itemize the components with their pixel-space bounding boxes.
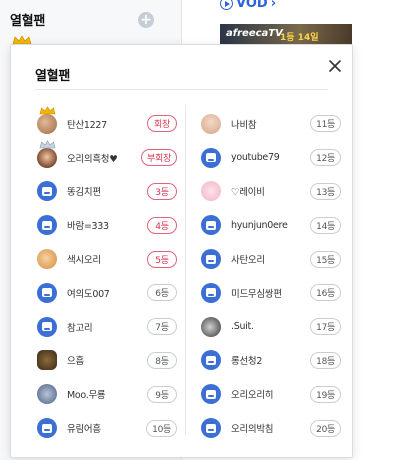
fan-nickname[interactable]: 나비참 xyxy=(231,117,310,131)
fan-row[interactable]: 참고리 7등 xyxy=(37,310,177,344)
fan-nickname[interactable]: 바람=333 xyxy=(67,218,147,232)
fan-row[interactable]: 롱선청2 18등 xyxy=(201,344,341,378)
rank-badge: 5등 xyxy=(147,250,177,268)
rank-badge: 20등 xyxy=(310,419,341,437)
avatar[interactable] xyxy=(201,316,221,337)
default-avatar-icon[interactable] xyxy=(37,181,57,202)
default-avatar-icon[interactable] xyxy=(37,215,57,236)
fan-nickname[interactable]: 여의도007 xyxy=(67,286,147,300)
rank-badge: 7등 xyxy=(147,318,177,336)
fan-row[interactable]: 오리오리히 19등 xyxy=(201,377,341,411)
rank-badge: 회장 xyxy=(147,115,177,133)
avatar[interactable] xyxy=(37,139,57,168)
rank-badge: 16등 xyxy=(310,284,341,302)
default-avatar-icon[interactable] xyxy=(201,215,221,236)
rank-badge: 4등 xyxy=(147,216,177,234)
fan-row[interactable]: 바람=333 4등 xyxy=(37,208,177,242)
fan-row[interactable]: 색시오리 5등 xyxy=(37,242,177,276)
background-section-title: 열혈팬 xyxy=(10,14,45,29)
rank-badge: 10등 xyxy=(146,419,177,437)
play-icon xyxy=(220,0,233,10)
popup-title: 열혈팬 xyxy=(35,69,70,84)
rank-badge: 14등 xyxy=(310,216,341,234)
thumbnail-caption: 1등 14일 xyxy=(280,33,319,43)
fan-nickname[interactable]: 탄산1227 xyxy=(67,117,147,131)
avatar[interactable] xyxy=(37,106,57,134)
fan-nickname[interactable]: 참고리 xyxy=(67,320,147,334)
column-divider xyxy=(185,105,186,435)
fan-nickname[interactable]: Moo.무룡 xyxy=(67,387,147,401)
chevron-right-icon: › xyxy=(270,0,277,11)
fan-row[interactable]: 똥김치편 3등 xyxy=(37,175,177,209)
gold-crown-icon xyxy=(39,106,56,115)
fan-row[interactable]: 나비참 11등 xyxy=(201,107,341,141)
rank-badge: 3등 xyxy=(147,182,177,200)
fan-nickname[interactable]: 똥김치편 xyxy=(67,184,147,198)
close-icon xyxy=(329,60,341,72)
fan-nickname[interactable]: ♡레이비 xyxy=(231,184,310,198)
fan-nickname[interactable]: 오리의흑청♥ xyxy=(67,151,141,165)
fan-row[interactable]: 미드무심쌍편 16등 xyxy=(201,276,341,310)
default-avatar-icon[interactable] xyxy=(201,282,221,303)
default-avatar-icon[interactable] xyxy=(37,316,57,337)
default-avatar-icon[interactable] xyxy=(201,249,221,270)
rank-badge: 17등 xyxy=(310,318,341,336)
fan-row[interactable]: 유림어흥 10등 xyxy=(37,411,177,445)
rank-badge: 12등 xyxy=(310,149,341,167)
fan-nickname[interactable]: 유림어흥 xyxy=(67,421,146,435)
default-avatar-icon[interactable] xyxy=(201,418,221,439)
vod-label: VOD xyxy=(236,0,268,11)
silver-crown-icon xyxy=(39,139,56,148)
avatar[interactable] xyxy=(37,350,57,371)
vod-thumbnail[interactable]: afreecaTV 1등 14일 xyxy=(220,24,352,46)
vod-link[interactable]: VOD › xyxy=(220,0,276,11)
fan-row[interactable]: 탄산1227 회장 xyxy=(37,106,177,141)
title-divider xyxy=(35,89,328,90)
rank-badge: 부회장 xyxy=(141,149,177,167)
plus-icon[interactable]: + xyxy=(138,12,154,28)
fan-row[interactable]: Moo.무룡 9등 xyxy=(37,377,177,411)
fan-nickname[interactable]: 으흠 xyxy=(67,353,147,367)
fan-nickname[interactable]: 미드무심쌍편 xyxy=(231,286,310,300)
fan-nickname[interactable]: 색시오리 xyxy=(67,252,147,266)
fan-row[interactable]: youtube79 12등 xyxy=(201,141,341,175)
default-avatar-icon[interactable] xyxy=(201,350,221,371)
rank-badge: 8등 xyxy=(147,351,177,369)
rank-badge: 6등 xyxy=(147,284,177,302)
avatar[interactable] xyxy=(201,181,221,202)
fan-nickname[interactable]: .Suit. xyxy=(231,321,310,332)
default-avatar-icon[interactable] xyxy=(201,384,221,405)
default-avatar-icon[interactable] xyxy=(37,418,57,439)
fan-row[interactable]: ♡레이비 13등 xyxy=(201,175,341,209)
avatar[interactable] xyxy=(201,113,221,134)
fan-nickname[interactable]: 오리오리히 xyxy=(231,387,310,401)
fan-nickname[interactable]: 롱선청2 xyxy=(231,353,310,367)
rank-badge: 19등 xyxy=(310,385,341,403)
fan-nickname[interactable]: 사탄오리 xyxy=(231,252,310,266)
fan-row[interactable]: 사탄오리 15등 xyxy=(201,242,341,276)
rank-badge: 11등 xyxy=(310,115,341,133)
fan-row[interactable]: .Suit. 17등 xyxy=(201,310,341,344)
default-avatar-icon[interactable] xyxy=(201,147,221,168)
avatar[interactable] xyxy=(37,384,57,405)
rank-badge: 15등 xyxy=(310,250,341,268)
avatar[interactable] xyxy=(37,249,57,270)
fan-list-right: 나비참 11등 youtube79 12등 ♡레이비 13등 hyunjun0ere 14등 사… xyxy=(201,107,341,445)
fan-nickname[interactable]: 오리의박침 xyxy=(231,421,310,435)
fan-list-left: 탄산1227 회장 오리의흑청♥ 부회장 똥김치편 3등 바람=333 4등 색시오리 5등 여의도… xyxy=(37,106,177,445)
rank-badge: 9등 xyxy=(147,385,177,403)
fan-ranking-popup: 열혈팬 탄산1227 회장 오리의흑청♥ 부회장 똥김치편 3등 바람=333 4등 색시오리 5… xyxy=(10,44,353,458)
fan-row[interactable]: 여의도007 6등 xyxy=(37,276,177,310)
fan-row[interactable]: 오리의흑청♥ 부회장 xyxy=(37,139,177,175)
fan-nickname[interactable]: hyunjun0ere xyxy=(231,220,310,231)
rank-badge: 18등 xyxy=(310,351,341,369)
fan-nickname[interactable]: youtube79 xyxy=(231,152,310,163)
rank-badge: 13등 xyxy=(310,182,341,200)
fan-row[interactable]: 오리의박침 20등 xyxy=(201,411,341,445)
close-button[interactable] xyxy=(324,55,346,77)
default-avatar-icon[interactable] xyxy=(37,282,57,303)
thumbnail-logo-text: afreecaTV xyxy=(226,28,283,39)
fan-row[interactable]: hyunjun0ere 14등 xyxy=(201,208,341,242)
fan-row[interactable]: 으흠 8등 xyxy=(37,344,177,378)
